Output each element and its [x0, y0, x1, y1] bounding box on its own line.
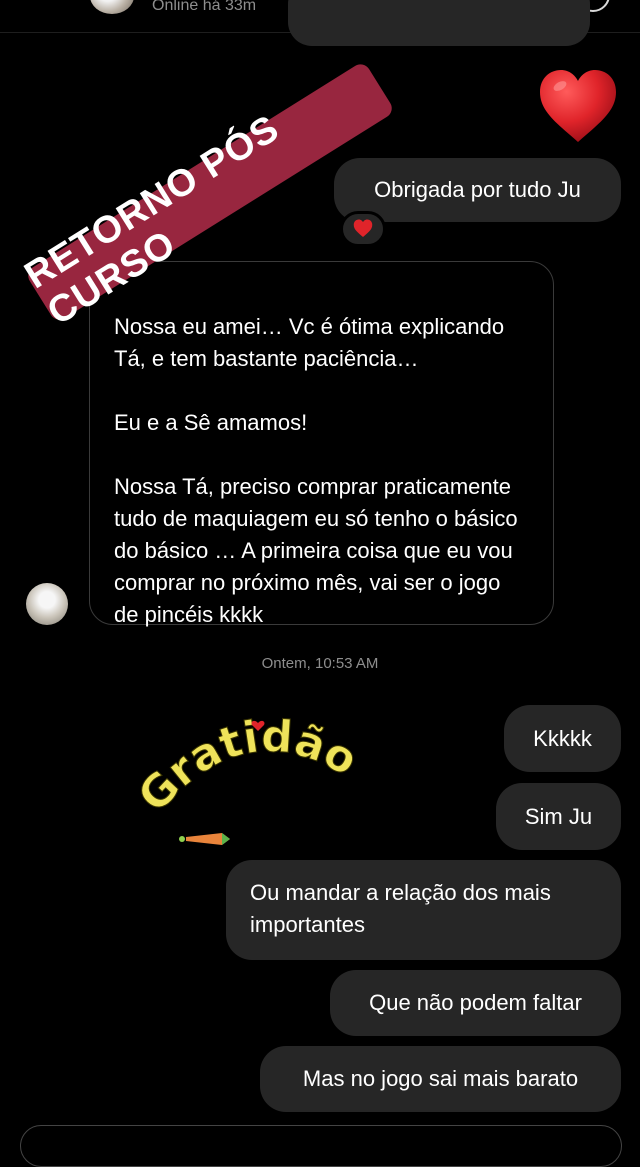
heart-reaction-icon — [353, 219, 373, 238]
message-line: Nossa Tá, preciso comprar praticamente t… — [114, 474, 518, 627]
gratidao-sticker[interactable]: Gratidão — [138, 705, 378, 865]
message-bubble-outgoing[interactable]: Mas no jogo sai mais barato — [260, 1046, 621, 1112]
previous-message-bubble — [288, 0, 590, 46]
message-bubble-incoming[interactable]: Nossa eu amei… Vc é ótima explicando Tá,… — [89, 261, 554, 627]
svg-text:Gratidão: Gratidão — [138, 711, 366, 822]
message-bubble-outgoing[interactable]: Que não podem faltar — [330, 970, 621, 1036]
online-status: Online há 33m — [152, 0, 257, 14]
message-line: Eu e a Sê amamos! — [114, 410, 308, 435]
message-timestamp: Ontem, 10:53 AM — [261, 655, 379, 672]
message-bubble-outgoing[interactable]: Kkkkk — [504, 705, 621, 772]
message-bubble-outgoing[interactable]: Ou mandar a relação dos mais importantes — [226, 860, 621, 960]
reaction-badge[interactable] — [340, 211, 386, 247]
message-input[interactable] — [20, 1125, 622, 1167]
red-heart-icon — [540, 70, 616, 142]
message-bubble-outgoing[interactable]: Obrigada por tudo Ju — [334, 158, 621, 222]
contact-avatar[interactable] — [90, 0, 134, 14]
sticker-text: Gratidão — [138, 710, 366, 822]
message-bubble-outgoing[interactable]: Sim Ju — [496, 783, 621, 850]
sender-avatar[interactable] — [26, 583, 68, 625]
back-arrow-icon[interactable] — [36, 0, 62, 8]
message-line: Nossa eu amei… Vc é ótima explicando Tá,… — [114, 314, 505, 371]
